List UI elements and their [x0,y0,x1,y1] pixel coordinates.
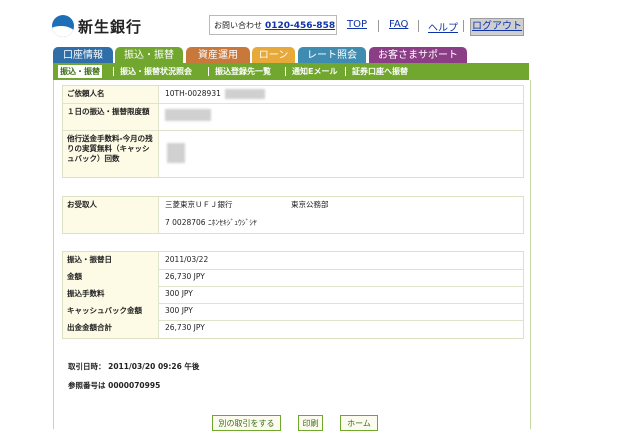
tab-customer-support[interactable]: お客さまサポート [369,47,467,64]
total-withdrawal: 26,730 JPY [165,323,205,332]
payee-bank: 三菱東京ＵＦＪ銀行 [165,200,233,209]
table-row: ご依頼人名 10TH-0028931 [63,86,523,104]
row-label: 金額 [63,269,159,286]
subnav-divider [113,67,114,76]
cashback-amount: 300 JPY [165,306,193,315]
subnav-payee-list[interactable]: 振込登録先一覧 [215,65,271,78]
table-row: 金額 26,730 JPY [63,269,523,287]
table-row: 出金金額合計 26,730 JPY [63,320,523,338]
header-divider [463,20,464,32]
redacted-block [225,89,265,99]
row-label: ご依頼人名 [63,86,159,103]
table-row: お受取人 三菱東京ＵＦＪ銀行 東京公務部 7 0028706 ﾆﾎﾝｾｷｼﾞｭｳ… [63,197,523,233]
subnav-email-notice[interactable]: 通知Eメール [292,65,337,78]
transaction-datetime: 取引日時： 2011/03/20 09:26 午後 [68,362,200,371]
reference-number: 参照番号は 0000070995 [68,381,161,390]
contact-box: お問い合わせ 0120-456-858 [209,15,337,35]
tab-loan[interactable]: ローン [252,47,295,64]
row-label: 他行送金手数料-今月の残りの実質無料（キャッシュバック）回数 [63,131,159,177]
requester-id: 10TH-0028931 [165,89,221,98]
redacted-block [165,109,211,121]
contact-phone[interactable]: 0120-456-858 [265,21,335,31]
row-label: 出金金額合計 [63,320,159,338]
table-row: 他行送金手数料-今月の残りの実質無料（キャッシュバック）回数 [63,131,523,177]
table-row: １日の振込・振替限度額 [63,104,523,131]
payee-account: 7 0028706 ﾆﾎﾝｾｷｼﾞｭｳｼﾞｼﾔ [165,218,257,227]
subnav-divider [285,67,286,76]
logout-button[interactable]: ログアウト [470,18,524,36]
transfer-fee: 300 JPY [165,289,193,298]
subnav-divider [345,67,346,76]
subnav-divider [208,67,209,76]
payee-table: お受取人 三菱東京ＵＦＪ銀行 東京公務部 7 0028706 ﾆﾎﾝｾｷｼﾞｭｳ… [62,196,524,234]
redacted-block [167,143,185,163]
subnav-securities-transfer[interactable]: 証券口座へ振替 [352,65,408,78]
row-label: 振込・振替日 [63,252,159,269]
row-label: １日の振込・振替限度額 [63,104,159,130]
contact-label: お問い合わせ [214,21,262,30]
tab-rate-inquiry[interactable]: レート照会 [298,47,366,64]
subnav-status-inquiry[interactable]: 振込・振替状況照会 [120,65,192,78]
row-label: 振込手数料 [63,286,159,303]
table-row: 振込手数料 300 JPY [63,286,523,304]
tab-account-info[interactable]: 口座情報 [53,47,113,64]
bank-name: 新生銀行 [78,18,143,36]
table-row: キャッシュバック金額 300 JPY [63,303,523,321]
header-divider [418,20,419,32]
faq-link[interactable]: FAQ [389,19,408,30]
transfer-details-table: 振込・振替日 2011/03/22 金額 26,730 JPY 振込手数料 30… [62,251,524,339]
requester-table: ご依頼人名 10TH-0028931 １日の振込・振替限度額 他行送金手数料-今… [62,85,524,178]
help-link[interactable]: ヘルプ [428,19,458,34]
subnav-transfer[interactable]: 振込・振替 [58,65,102,78]
header-divider [378,20,379,32]
tab-transfer[interactable]: 振込・振替 [115,47,183,64]
row-label: お受取人 [63,197,159,233]
top-link[interactable]: TOP [347,19,367,30]
payee-branch: 東京公務部 [291,200,329,209]
table-row: 振込・振替日 2011/03/22 [63,252,523,270]
sub-navigation: 振込・振替 振込・振替状況照会 振込登録先一覧 通知Eメール 証券口座へ振替 [53,63,529,80]
transfer-date: 2011/03/22 [165,255,209,264]
amount: 26,730 JPY [165,272,205,281]
logo-mark-icon [52,15,74,37]
tab-asset-management[interactable]: 資産運用 [186,47,250,64]
row-label: キャッシュバック金額 [63,303,159,320]
